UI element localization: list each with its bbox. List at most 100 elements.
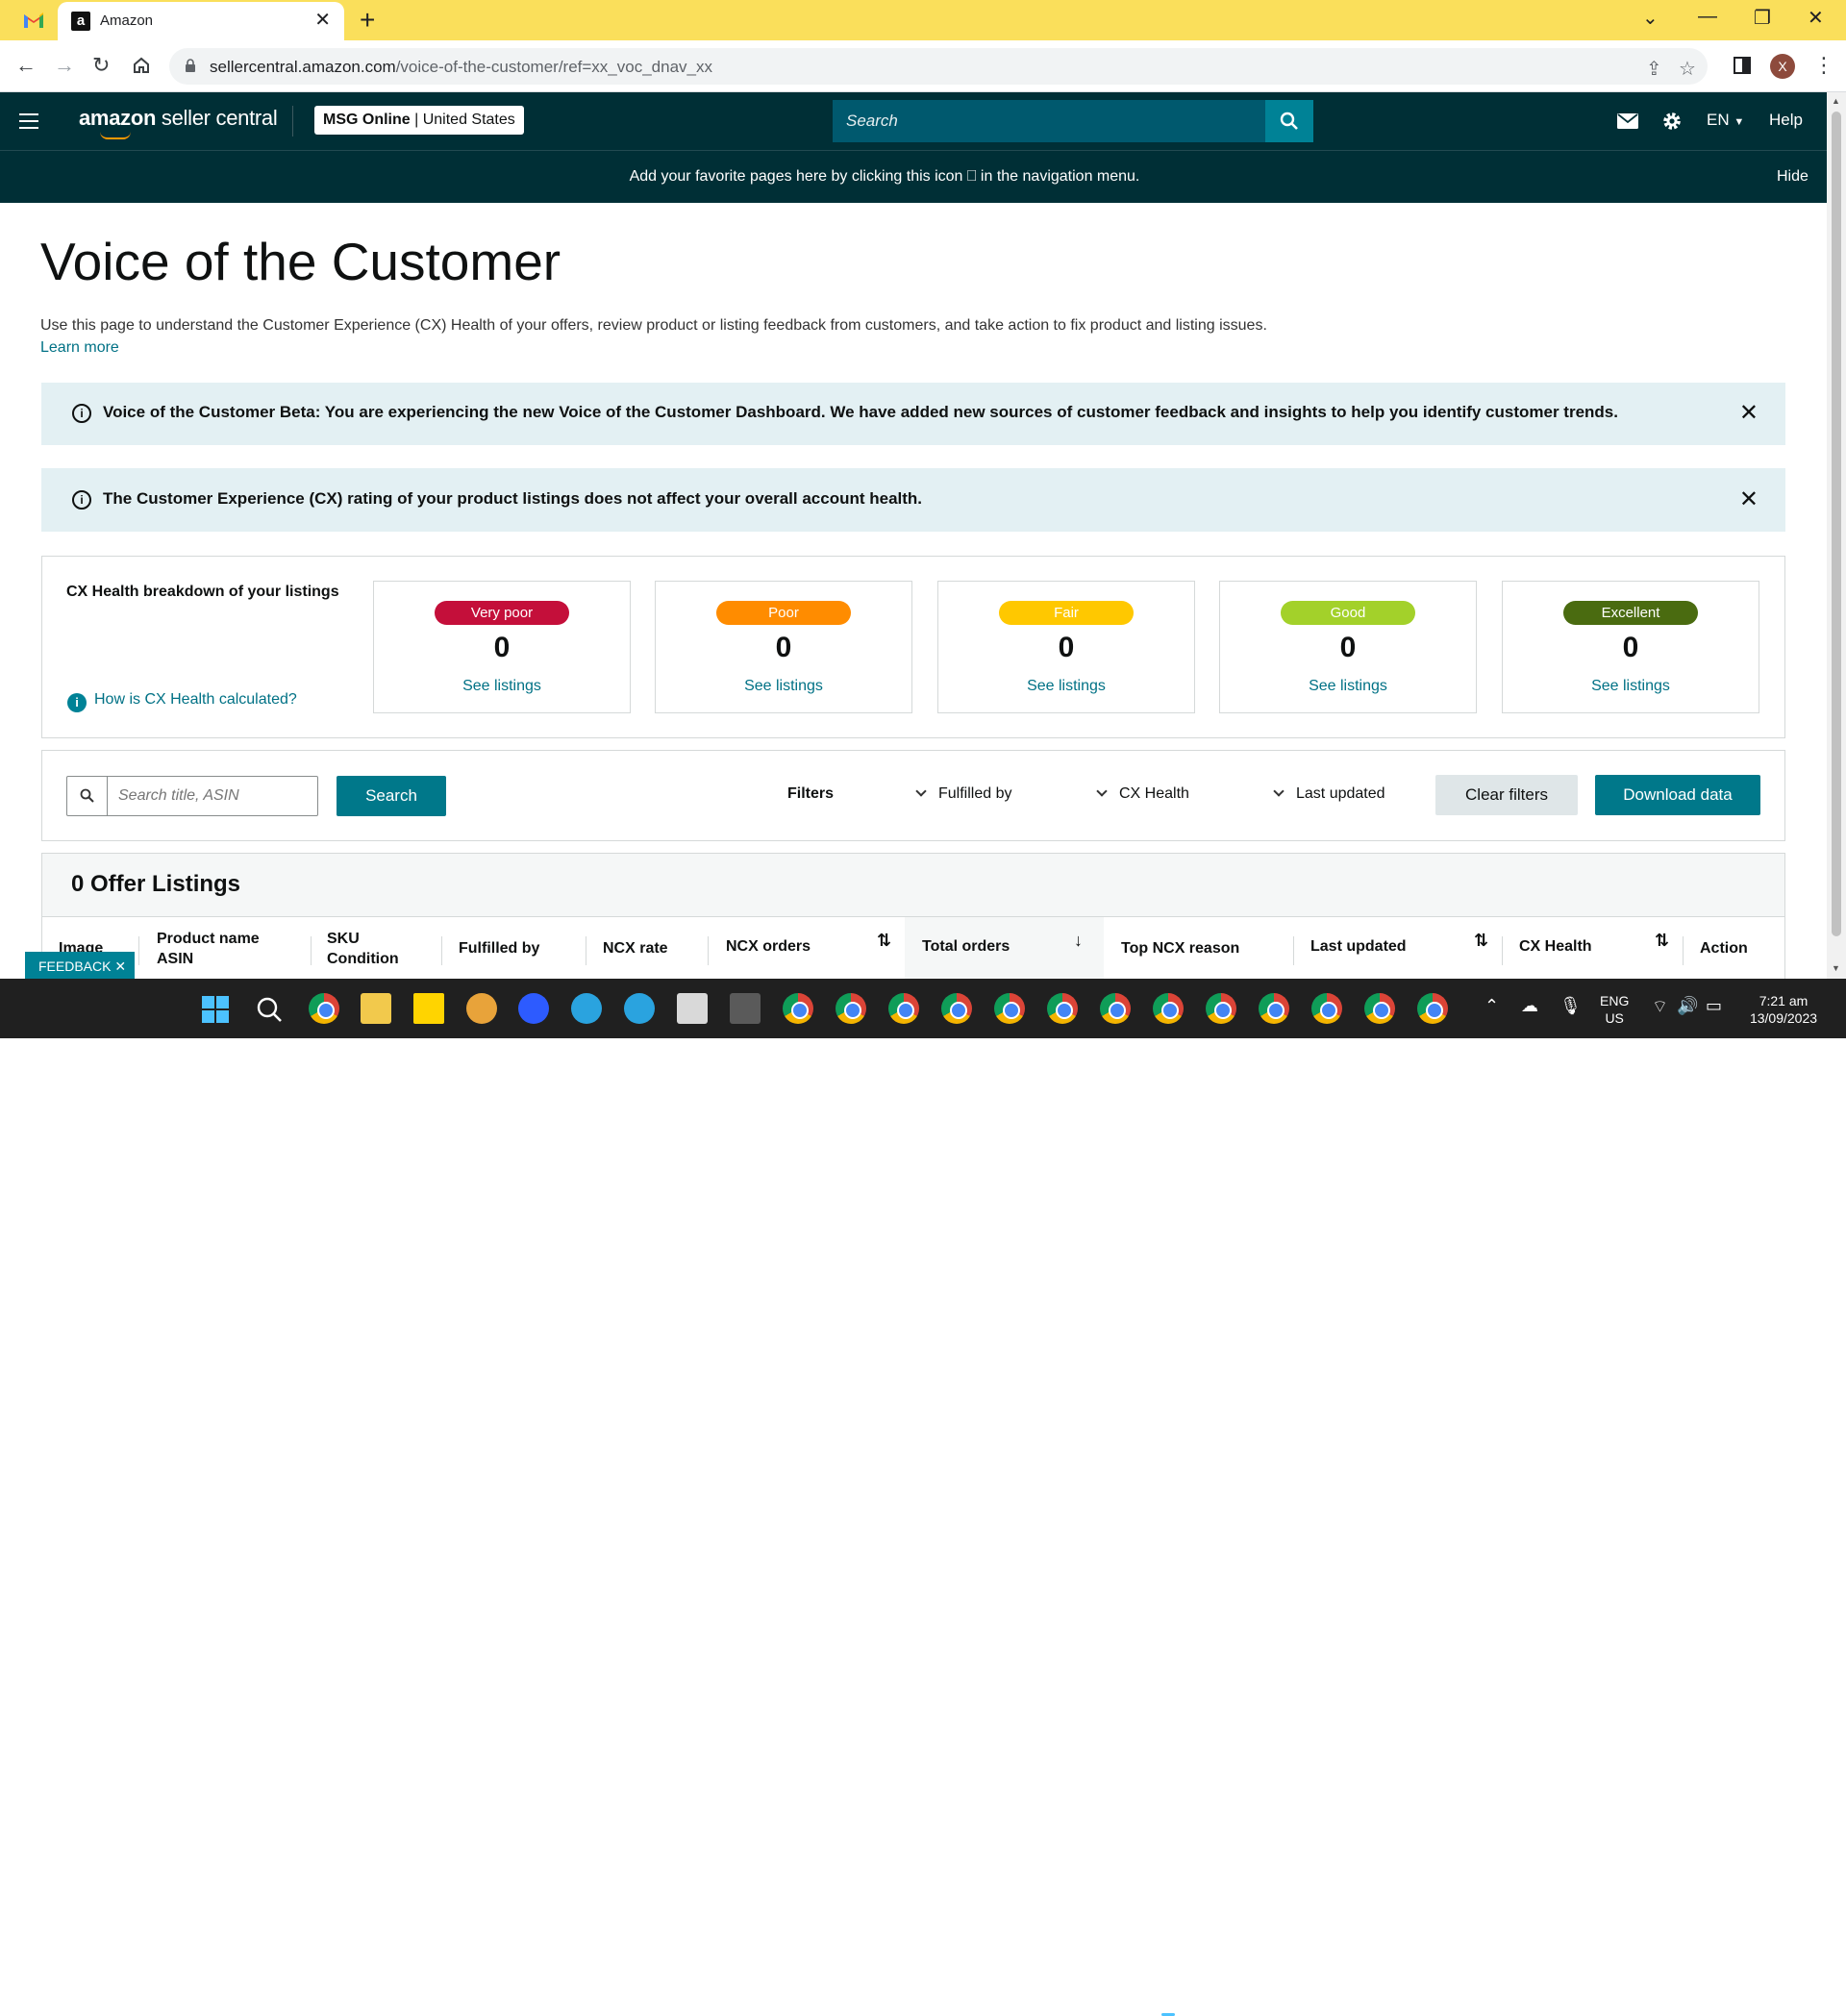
see-listings-link[interactable]: See listings xyxy=(374,678,630,695)
last-updated-dropdown[interactable]: Last updated xyxy=(1273,785,1385,803)
windows-start-icon[interactable] xyxy=(202,996,229,1023)
chrome-icon[interactable] xyxy=(1100,993,1131,1024)
download-data-button[interactable]: Download data xyxy=(1595,775,1760,815)
listing-search-input[interactable] xyxy=(109,777,315,815)
cx-health-breakdown: CX Health breakdown of your listings i Ho… xyxy=(41,556,1785,738)
side-panel-icon[interactable] xyxy=(1734,57,1751,74)
fulfilled-by-dropdown[interactable]: Fulfilled by xyxy=(915,785,1011,803)
telegram-icon[interactable] xyxy=(624,993,655,1024)
windows-taskbar: ⌃ ☁ 🎙 ENG US ⌔ 🔊 ▭ 7:21 am 13/09/2023 xyxy=(0,979,1846,2016)
close-icon[interactable]: ✕ xyxy=(1739,399,1759,427)
app-icon[interactable] xyxy=(466,993,497,1024)
sort-icon[interactable]: ⇅ xyxy=(1474,931,1488,951)
cx-health-title: CX Health breakdown of your listings xyxy=(66,584,339,600)
maximize-icon[interactable]: ❐ xyxy=(1754,6,1771,30)
search-icon xyxy=(1280,112,1298,130)
hide-banner-link[interactable]: Hide xyxy=(1777,168,1809,186)
header-search-input[interactable] xyxy=(833,100,1265,142)
settings-gear-icon[interactable] xyxy=(1661,111,1683,132)
filter-bar: Search Filters Fulfilled by CX Health La… xyxy=(41,750,1785,841)
see-listings-link[interactable]: See listings xyxy=(1220,678,1476,695)
chrome-icon[interactable] xyxy=(1364,993,1395,1024)
column-divider xyxy=(311,936,312,965)
cx-badge: Good xyxy=(1281,601,1415,625)
close-icon[interactable]: ✕ xyxy=(1739,485,1759,513)
chrome-icon[interactable] xyxy=(1206,993,1236,1024)
search-icon[interactable] xyxy=(256,996,283,1023)
sort-icon[interactable]: ⇅ xyxy=(1655,931,1669,951)
offer-listings-header: 0 Offer Listings xyxy=(42,854,1784,917)
scroll-down-icon[interactable]: ▼ xyxy=(1832,963,1840,973)
chrome-icon[interactable] xyxy=(1259,993,1289,1024)
hamburger-menu-icon[interactable] xyxy=(19,113,38,129)
chevron-down-icon xyxy=(1273,785,1285,797)
sort-descending-icon[interactable]: ↓ xyxy=(1074,931,1083,951)
chrome-icon[interactable] xyxy=(309,993,339,1024)
chrome-icon-active[interactable] xyxy=(1153,993,1184,1024)
calculator-icon[interactable] xyxy=(730,993,761,1024)
forward-arrow-icon[interactable]: → xyxy=(54,54,75,77)
cx-health-dropdown[interactable]: CX Health xyxy=(1096,785,1189,803)
browser-tab-active[interactable]: a Amazon ✕ xyxy=(58,2,344,40)
onedrive-cloud-icon[interactable]: ☁ xyxy=(1521,996,1538,1016)
tab-search-chevron-icon[interactable]: ⌄ xyxy=(1642,6,1659,30)
language-indicator[interactable]: ENG US xyxy=(1600,992,1629,1027)
favorites-banner-message: Add your favorite pages here by clicking… xyxy=(629,168,1140,185)
learn-more-link[interactable]: Learn more xyxy=(40,339,119,357)
search-button[interactable]: Search xyxy=(337,776,446,816)
share-icon[interactable]: ⇪ xyxy=(1646,57,1662,81)
scrollbar-thumb[interactable] xyxy=(1832,112,1841,936)
language-selector[interactable]: EN ▼ xyxy=(1707,111,1744,130)
scroll-up-icon[interactable]: ▲ xyxy=(1832,96,1840,106)
store-selector[interactable]: MSG Online | United States xyxy=(314,106,524,135)
chevron-up-icon[interactable]: ⌃ xyxy=(1484,996,1499,1016)
wifi-icon[interactable]: ⌔ xyxy=(1652,996,1668,1018)
cx-count: 0 xyxy=(1622,632,1639,663)
chrome-icon[interactable] xyxy=(836,993,866,1024)
snipping-tool-icon[interactable] xyxy=(677,993,708,1024)
chrome-icon[interactable] xyxy=(1047,993,1078,1024)
new-tab-icon[interactable]: + xyxy=(360,6,375,35)
help-link[interactable]: Help xyxy=(1769,111,1803,130)
clock[interactable]: 7:21 am 13/09/2023 xyxy=(1742,992,1825,1027)
zoom-icon[interactable] xyxy=(518,993,549,1024)
telegram-icon[interactable] xyxy=(571,993,602,1024)
volume-icon[interactable]: 🔊 xyxy=(1677,996,1698,1016)
file-explorer-icon[interactable] xyxy=(361,993,391,1024)
favorites-banner: Add your favorite pages here by clicking… xyxy=(0,150,1827,203)
sticky-notes-icon[interactable] xyxy=(413,993,444,1024)
see-listings-link[interactable]: See listings xyxy=(656,678,911,695)
back-arrow-icon[interactable]: ← xyxy=(15,54,37,77)
minimize-icon[interactable]: — xyxy=(1698,6,1717,28)
gmail-icon[interactable] xyxy=(23,12,44,29)
seller-central-logo[interactable]: amazon seller central xyxy=(79,106,278,139)
bookmark-star-icon[interactable]: ☆ xyxy=(1679,57,1696,81)
window-close-icon[interactable]: ✕ xyxy=(1808,6,1824,30)
chrome-icon[interactable] xyxy=(1417,993,1448,1024)
seller-central-header: amazon seller central MSG Online | Unite… xyxy=(0,92,1827,150)
chrome-icon[interactable] xyxy=(994,993,1025,1024)
home-icon[interactable] xyxy=(132,56,151,75)
lock-icon[interactable] xyxy=(185,59,196,72)
profile-avatar[interactable]: X xyxy=(1770,54,1795,79)
header-search-button[interactable] xyxy=(1265,100,1313,142)
battery-icon[interactable]: ▭ xyxy=(1706,996,1722,1016)
page-scrollbar[interactable]: ▲ ▼ xyxy=(1827,92,1846,979)
tab-close-icon[interactable]: ✕ xyxy=(314,10,331,31)
cx-health-how-link[interactable]: i How is CX Health calculated? xyxy=(67,691,297,712)
sort-icon[interactable]: ⇅ xyxy=(877,931,891,951)
chrome-icon[interactable] xyxy=(888,993,919,1024)
microphone-icon[interactable]: 🎙 xyxy=(1559,996,1582,1016)
column-divider xyxy=(1502,936,1503,965)
clear-filters-button[interactable]: Clear filters xyxy=(1435,775,1578,815)
feedback-button[interactable]: FEEDBACK ✕ xyxy=(25,952,135,981)
reload-icon[interactable]: ↻ xyxy=(92,54,110,77)
mail-icon[interactable] xyxy=(1617,113,1638,129)
chrome-icon[interactable] xyxy=(783,993,813,1024)
browser-menu-icon[interactable]: ⋮ xyxy=(1813,54,1834,77)
chrome-icon[interactable] xyxy=(941,993,972,1024)
url-omnibox[interactable]: sellercentral.amazon.com/voice-of-the-cu… xyxy=(169,48,1708,85)
see-listings-link[interactable]: See listings xyxy=(938,678,1194,695)
chrome-icon[interactable] xyxy=(1311,993,1342,1024)
see-listings-link[interactable]: See listings xyxy=(1503,678,1759,695)
